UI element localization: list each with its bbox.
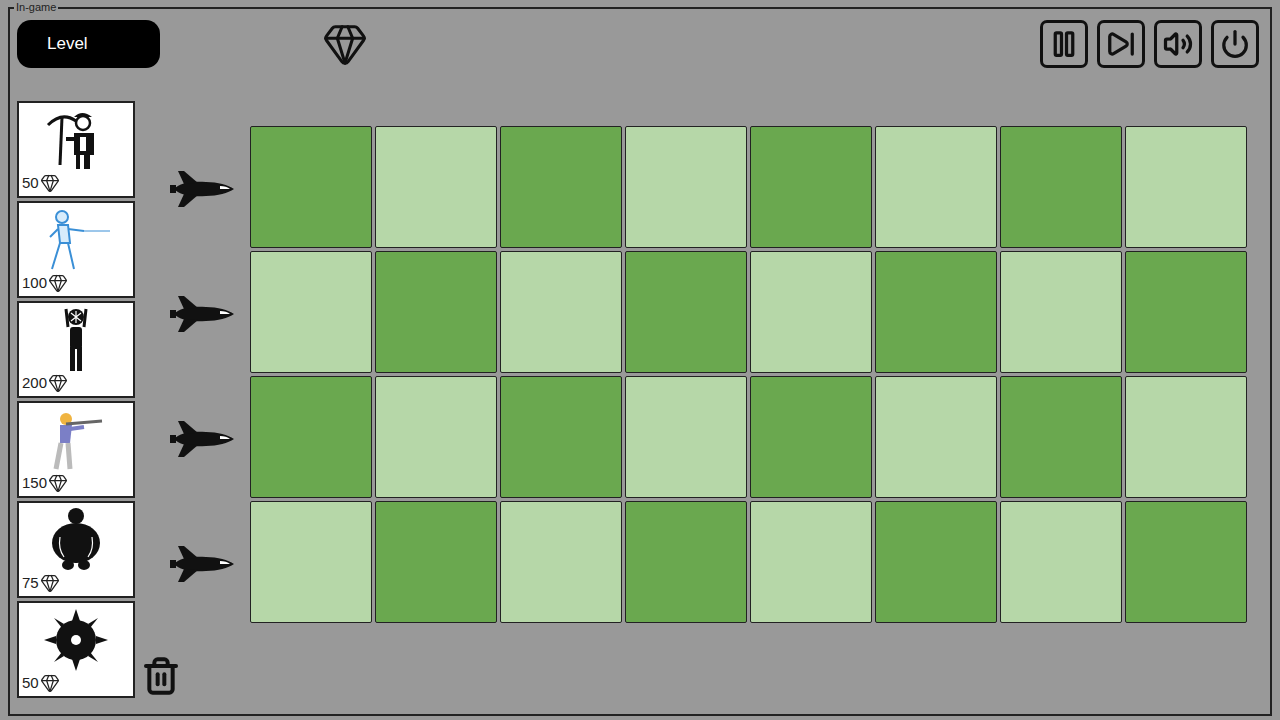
spaceship-icon [170,167,236,211]
pause-icon [1049,29,1079,59]
board-cell[interactable] [500,251,622,373]
power-button[interactable] [1211,20,1259,68]
diamond-icon [48,373,68,393]
board-cell[interactable] [375,126,497,248]
trash-button[interactable] [141,656,250,696]
unit-art [19,403,133,473]
heavy-icon [40,507,112,573]
board-cell[interactable] [625,126,747,248]
board-cell[interactable] [250,251,372,373]
board-cell[interactable] [875,251,997,373]
board-cell[interactable] [750,126,872,248]
level-label: Level [17,20,160,68]
board-cell[interactable] [1000,501,1122,623]
board-cell[interactable] [750,501,872,623]
board-cell[interactable] [375,251,497,373]
diamond-icon [40,573,60,593]
unit-art [19,503,133,573]
board-cell[interactable] [250,126,372,248]
trash-icon [141,656,181,696]
unit-card[interactable]: 200 [17,301,135,398]
board-cell[interactable] [875,126,997,248]
board-cell[interactable] [1125,126,1247,248]
diamond-icon [322,21,368,67]
cost-value: 50 [22,174,39,192]
board-cell[interactable] [625,501,747,623]
board-cell[interactable] [500,501,622,623]
board-cell[interactable] [1000,126,1122,248]
board-cell[interactable] [1125,376,1247,498]
diamond-icon [48,473,68,493]
unit-cost: 50 [19,173,133,196]
unit-art [19,103,133,173]
board-cell[interactable] [750,251,872,373]
board-cell[interactable] [1000,251,1122,373]
unit-cost: 75 [19,573,133,596]
cost-value: 100 [22,274,47,292]
diamond-icon [40,173,60,193]
unit-card[interactable]: 150 [17,401,135,498]
spaceship-icon [170,542,236,586]
game-frame: In-gameLevel501002001507550 [8,7,1272,716]
cost-value: 75 [22,574,39,592]
unit-cost: 50 [19,673,133,696]
diamond-icon [48,273,68,293]
mine-icon [40,607,112,673]
lane-defender [135,501,250,626]
board-cell[interactable] [500,376,622,498]
play-area: 50 100 200 150 75 50 [17,101,1259,698]
unit-card[interactable]: 75 [17,501,135,598]
sound-icon [1163,29,1193,59]
fast-forward-button[interactable] [1097,20,1145,68]
board-cell[interactable] [375,376,497,498]
cost-value: 150 [22,474,47,492]
miner-icon [40,107,112,173]
toolbar [1040,20,1259,68]
unit-art [19,603,133,673]
spaceship-icon [170,292,236,336]
lane-defender [135,251,250,376]
lane-defender [135,376,250,501]
board-cell[interactable] [1125,501,1247,623]
gem-counter [322,21,368,67]
board-cell[interactable] [875,376,997,498]
board-cell[interactable] [625,251,747,373]
frame-title: In-game [14,0,58,14]
unit-card[interactable]: 50 [17,101,135,198]
board-cell[interactable] [1125,251,1247,373]
unit-art [19,203,133,273]
top-bar: Level [17,20,1259,68]
board-cell[interactable] [1000,376,1122,498]
sound-button[interactable] [1154,20,1202,68]
rifleman-icon [40,407,112,473]
board-cell[interactable] [250,501,372,623]
unit-list: 50 100 200 150 75 50 [17,101,135,698]
unit-art [19,303,133,373]
lane-defender [135,126,250,251]
lane-gutter [135,101,250,698]
unit-card[interactable]: 50 [17,601,135,698]
fast-forward-icon [1106,29,1136,59]
game-board [250,126,1247,698]
game-screen: In-game Level 50 100 200 150 75 50 [0,0,1280,720]
pause-button[interactable] [1040,20,1088,68]
spaceship-icon [170,417,236,461]
board-cell[interactable] [875,501,997,623]
unit-card[interactable]: 100 [17,201,135,298]
unit-cost: 150 [19,473,133,496]
board-cell[interactable] [625,376,747,498]
unit-cost: 100 [19,273,133,296]
board-cell[interactable] [500,126,622,248]
cost-value: 200 [22,374,47,392]
board-cell[interactable] [750,376,872,498]
power-icon [1220,29,1250,59]
cost-value: 50 [22,674,39,692]
fencer-icon [40,207,112,273]
unit-cost: 200 [19,373,133,396]
board-cell[interactable] [250,376,372,498]
bomber-icon [40,307,112,373]
board-cell[interactable] [375,501,497,623]
diamond-icon [40,673,60,693]
